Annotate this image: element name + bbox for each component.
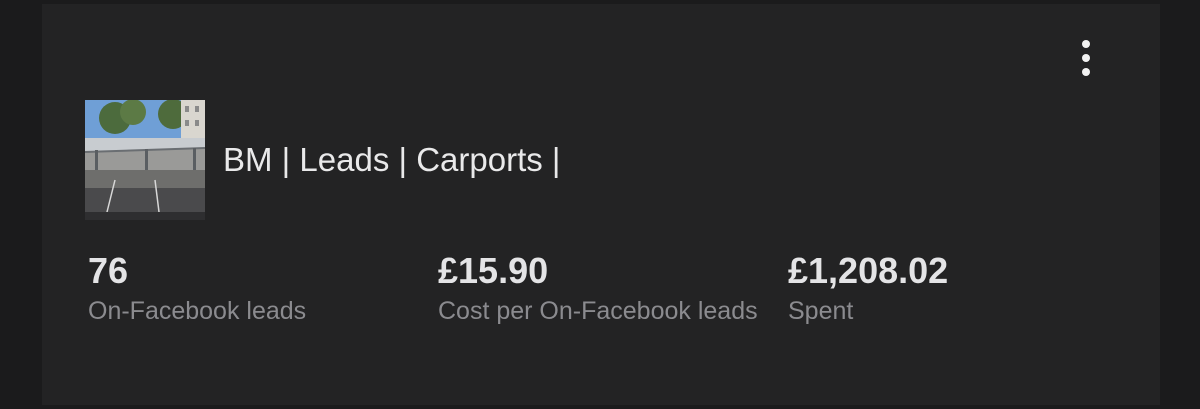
metric-leads: 76 On-Facebook leads [88,250,408,328]
more-vertical-icon-dot [1082,68,1090,76]
carport-photo-icon [85,100,205,220]
more-options-button[interactable] [1070,36,1102,80]
campaign-thumbnail[interactable] [85,100,205,220]
campaign-card[interactable] [42,4,1160,405]
spent-label: Spent [788,297,854,325]
cost-per-lead-label: Cost per On-Facebook leads [438,297,758,325]
cost-per-lead-value: £15.90 [438,250,549,291]
leads-value: 76 [88,250,129,291]
more-vertical-icon-dot [1082,54,1090,62]
spent-value: £1,208.02 [788,250,949,291]
app-frame: BM | Leads | Carports | 76 On-Facebook l… [0,0,1200,409]
more-vertical-icon [1082,40,1090,48]
campaign-title[interactable]: BM | Leads | Carports | [223,139,561,181]
metric-spent: £1,208.02 Spent [788,250,1108,328]
leads-label: On-Facebook leads [88,297,307,325]
metric-cost-per-lead: £15.90 Cost per On-Facebook leads [438,250,758,328]
